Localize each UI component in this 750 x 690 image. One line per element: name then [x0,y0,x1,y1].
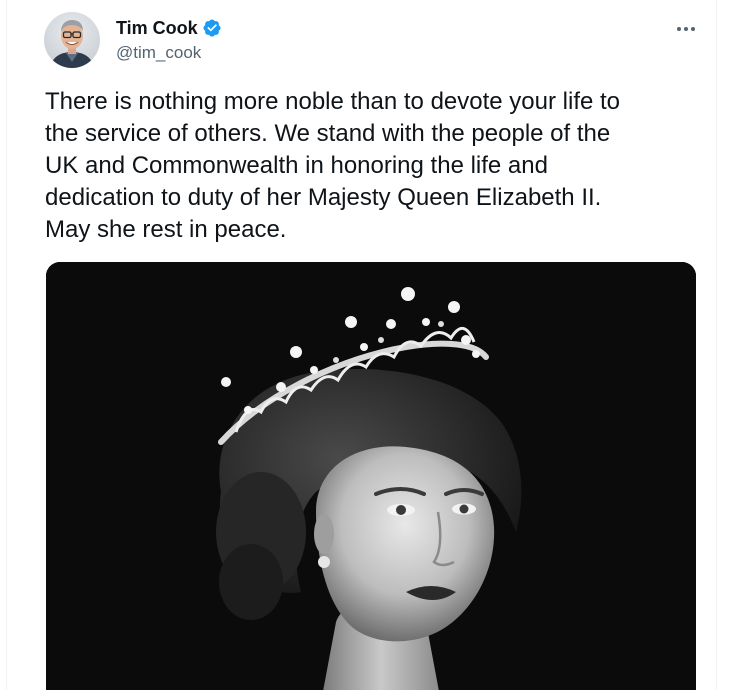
verified-badge-icon [202,18,222,38]
more-horizontal-icon [677,27,695,31]
tweet-text-line: There is nothing more noble than to devo… [45,88,621,115]
author-name[interactable]: Tim Cook [116,16,198,40]
tweet-text: There is nothing more noble than to devo… [45,86,705,246]
more-options-button[interactable] [669,14,703,44]
author-avatar[interactable] [44,12,100,68]
tweet-card[interactable]: Tim Cook @tim_cook There is nothing more… [0,0,750,690]
tweet-text-line: May she rest in peace. [45,216,287,243]
author-handle[interactable]: @tim_cook [116,42,222,64]
portrait-photo [46,262,696,690]
tweet-text-line: the service of others. We stand with the… [45,120,611,147]
avatar-photo [44,12,100,68]
tweet-photo[interactable] [46,262,696,690]
author-info: Tim Cook @tim_cook [116,16,222,64]
tweet-screenshot: Tim Cook @tim_cook There is nothing more… [0,0,750,690]
tweet-text-line: UK and Commonwealth in honoring the life… [45,152,548,179]
name-row: Tim Cook [116,16,222,40]
tweet-text-line: dedication to duty of her Majesty Queen … [45,184,602,211]
